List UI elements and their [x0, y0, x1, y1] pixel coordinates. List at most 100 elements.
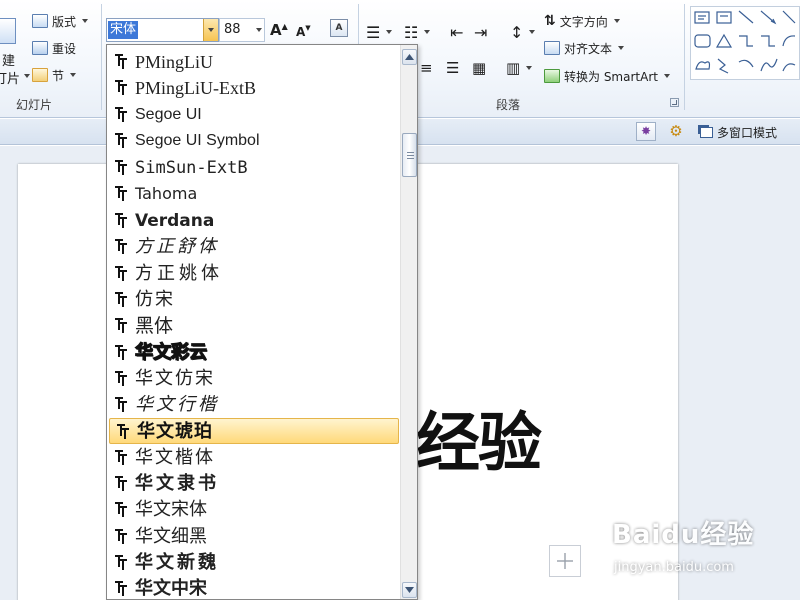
layout-icon	[32, 14, 48, 28]
chevron-up-icon	[405, 54, 414, 60]
font-name-value[interactable]: 宋体	[108, 21, 139, 39]
grow-arrow-icon: ▲	[281, 21, 288, 31]
font-list-scrollbar[interactable]	[400, 45, 417, 599]
section-icon	[32, 68, 48, 82]
new-slide-icon[interactable]	[0, 18, 16, 44]
font-size-dropdown-icon[interactable]	[256, 28, 262, 32]
font-item-pmingliu[interactable]: PMingLiU	[108, 49, 400, 75]
shapes-gallery[interactable]	[690, 6, 800, 80]
font-name-combo[interactable]: 宋体	[106, 18, 219, 42]
font-dropdown-arrow[interactable]	[203, 19, 218, 41]
font-item-fangsong[interactable]: 仿宋	[108, 287, 400, 313]
align-text-caret-icon	[618, 46, 625, 50]
grip-line	[407, 155, 414, 156]
font-item-huawen-caiyun[interactable]: 华文彩云	[108, 340, 400, 366]
font-item-label: Segoe UI	[135, 106, 202, 123]
paragraph-group-label: 段落	[496, 98, 521, 112]
font-dropdown-list[interactable]: PMingLiU PMingLiU-ExtB Segoe UI Segoe UI…	[106, 44, 418, 600]
align-text-label: 对齐文本	[564, 41, 613, 56]
numbering-button[interactable]: ☷	[404, 22, 431, 42]
reset-button[interactable]: 重设	[32, 38, 76, 58]
font-item-tahoma[interactable]: Tahoma	[108, 181, 400, 207]
line-spacing-caret-icon	[529, 30, 536, 34]
slides-group-label: 幻灯片	[16, 98, 53, 112]
grow-font-button[interactable]: A ▲	[270, 20, 288, 40]
decrease-indent-button[interactable]: ⇤	[450, 22, 463, 42]
font-item-huawen-xihei[interactable]: 华文细黑	[108, 524, 400, 550]
clear-formatting-button[interactable]: A	[330, 18, 348, 38]
align-right-icon: ≡	[420, 59, 433, 77]
gear-icon[interactable]: ⚙	[666, 122, 686, 141]
columns-button[interactable]: ▥	[506, 58, 533, 78]
font-item-simsun-extb[interactable]: SimSun-ExtB	[108, 155, 400, 181]
decrease-indent-icon: ⇤	[450, 22, 464, 42]
scroll-down-button[interactable]	[402, 582, 417, 598]
multiwindow-button[interactable]: 多窗口模式	[700, 122, 777, 142]
slide-title-text[interactable]: 经验	[416, 409, 542, 479]
font-item-segoe-ui-symbol[interactable]: Segoe UI Symbol	[108, 128, 400, 154]
section-button[interactable]: 节	[32, 65, 77, 85]
font-item-verdana[interactable]: Verdana	[108, 208, 400, 234]
font-item-huawen-kaiti[interactable]: 华文楷体	[108, 445, 400, 471]
truetype-font-icon	[115, 54, 127, 69]
font-item-heiti[interactable]: 黑体	[108, 313, 400, 339]
scroll-up-button[interactable]	[402, 49, 417, 65]
truetype-font-icon	[115, 555, 127, 570]
truetype-font-icon	[115, 529, 127, 544]
font-item-huawen-lishu[interactable]: 华文隶书	[108, 471, 400, 497]
font-item-pmingliu-extb[interactable]: PMingLiU-ExtB	[108, 75, 400, 101]
font-size-value[interactable]: 88	[224, 22, 241, 37]
font-item-huawen-fangsong[interactable]: 华文仿宋	[108, 366, 400, 392]
distribute-button[interactable]: ▦	[472, 58, 486, 78]
truetype-font-icon	[115, 318, 127, 333]
font-item-fangzheng-shuti[interactable]: 方正舒体	[108, 234, 400, 260]
align-text-icon	[544, 41, 560, 55]
font-item-label: 黑体	[135, 315, 174, 337]
text-direction-caret-icon	[613, 19, 620, 23]
font-item-huawen-xingkai[interactable]: 华文行楷	[108, 392, 400, 418]
layout-caret-icon	[82, 19, 89, 23]
font-item-huawen-hupo[interactable]: 华文琥珀	[109, 418, 399, 444]
add-content-button[interactable]	[549, 545, 581, 577]
line-spacing-icon: ↕	[510, 22, 524, 42]
font-item-label: 华文细黑	[135, 526, 207, 547]
new-slide-label[interactable]: 建	[2, 50, 15, 69]
paragraph-dialog-launcher-icon[interactable]	[670, 98, 679, 107]
font-item-label: 华文隶书	[135, 473, 219, 494]
justify-button[interactable]: ☰	[446, 58, 459, 78]
font-item-label: 华文新魏	[135, 552, 219, 573]
font-item-label: 方正姚体	[135, 263, 223, 284]
font-item-huawen-xinwei[interactable]: 华文新魏	[108, 550, 400, 576]
slide-label-partial[interactable]: 灯片	[0, 68, 20, 87]
align-right-button[interactable]: ≡	[420, 58, 433, 78]
font-item-huawen-songti[interactable]: 华文宋体	[108, 497, 400, 523]
font-item-huawen-zhongsong[interactable]: 华文中宋	[108, 576, 400, 599]
bullets-button[interactable]: ☰	[366, 22, 393, 42]
font-size-combo[interactable]: 88	[219, 18, 265, 42]
truetype-font-icon	[115, 80, 127, 95]
smartart-button[interactable]: 转换为 SmartArt	[544, 66, 670, 86]
text-direction-button[interactable]: ⇅ 文字方向	[544, 11, 620, 31]
new-slide-caret[interactable]	[24, 74, 30, 78]
truetype-font-icon	[115, 292, 127, 307]
truetype-font-icon	[115, 476, 127, 491]
font-item-label: Verdana	[135, 211, 215, 231]
watermark-logo-text: Baidu经验	[612, 520, 755, 550]
group-separator	[684, 4, 685, 110]
smartart-caret-icon	[663, 74, 670, 78]
multiwindow-label: 多窗口模式	[717, 125, 778, 140]
truetype-font-icon	[115, 107, 127, 122]
shrink-font-button[interactable]: A ▼	[296, 22, 311, 42]
chevron-down-icon	[208, 28, 214, 32]
font-item-segoe-ui[interactable]: Segoe UI	[108, 102, 400, 128]
font-item-fangzheng-yaoti[interactable]: 方正姚体	[108, 261, 400, 287]
align-text-button[interactable]: 对齐文本	[544, 38, 625, 58]
clear-formatting-icon: A	[330, 19, 348, 37]
bullets-caret-icon	[386, 30, 393, 34]
numbering-caret-icon	[424, 30, 431, 34]
spark-icon[interactable]: ✸	[636, 122, 656, 141]
layout-button[interactable]: 版式	[32, 11, 89, 31]
increase-indent-button[interactable]: ⇥	[474, 22, 487, 42]
line-spacing-button[interactable]: ↕	[510, 22, 536, 42]
scroll-thumb[interactable]	[402, 133, 417, 177]
